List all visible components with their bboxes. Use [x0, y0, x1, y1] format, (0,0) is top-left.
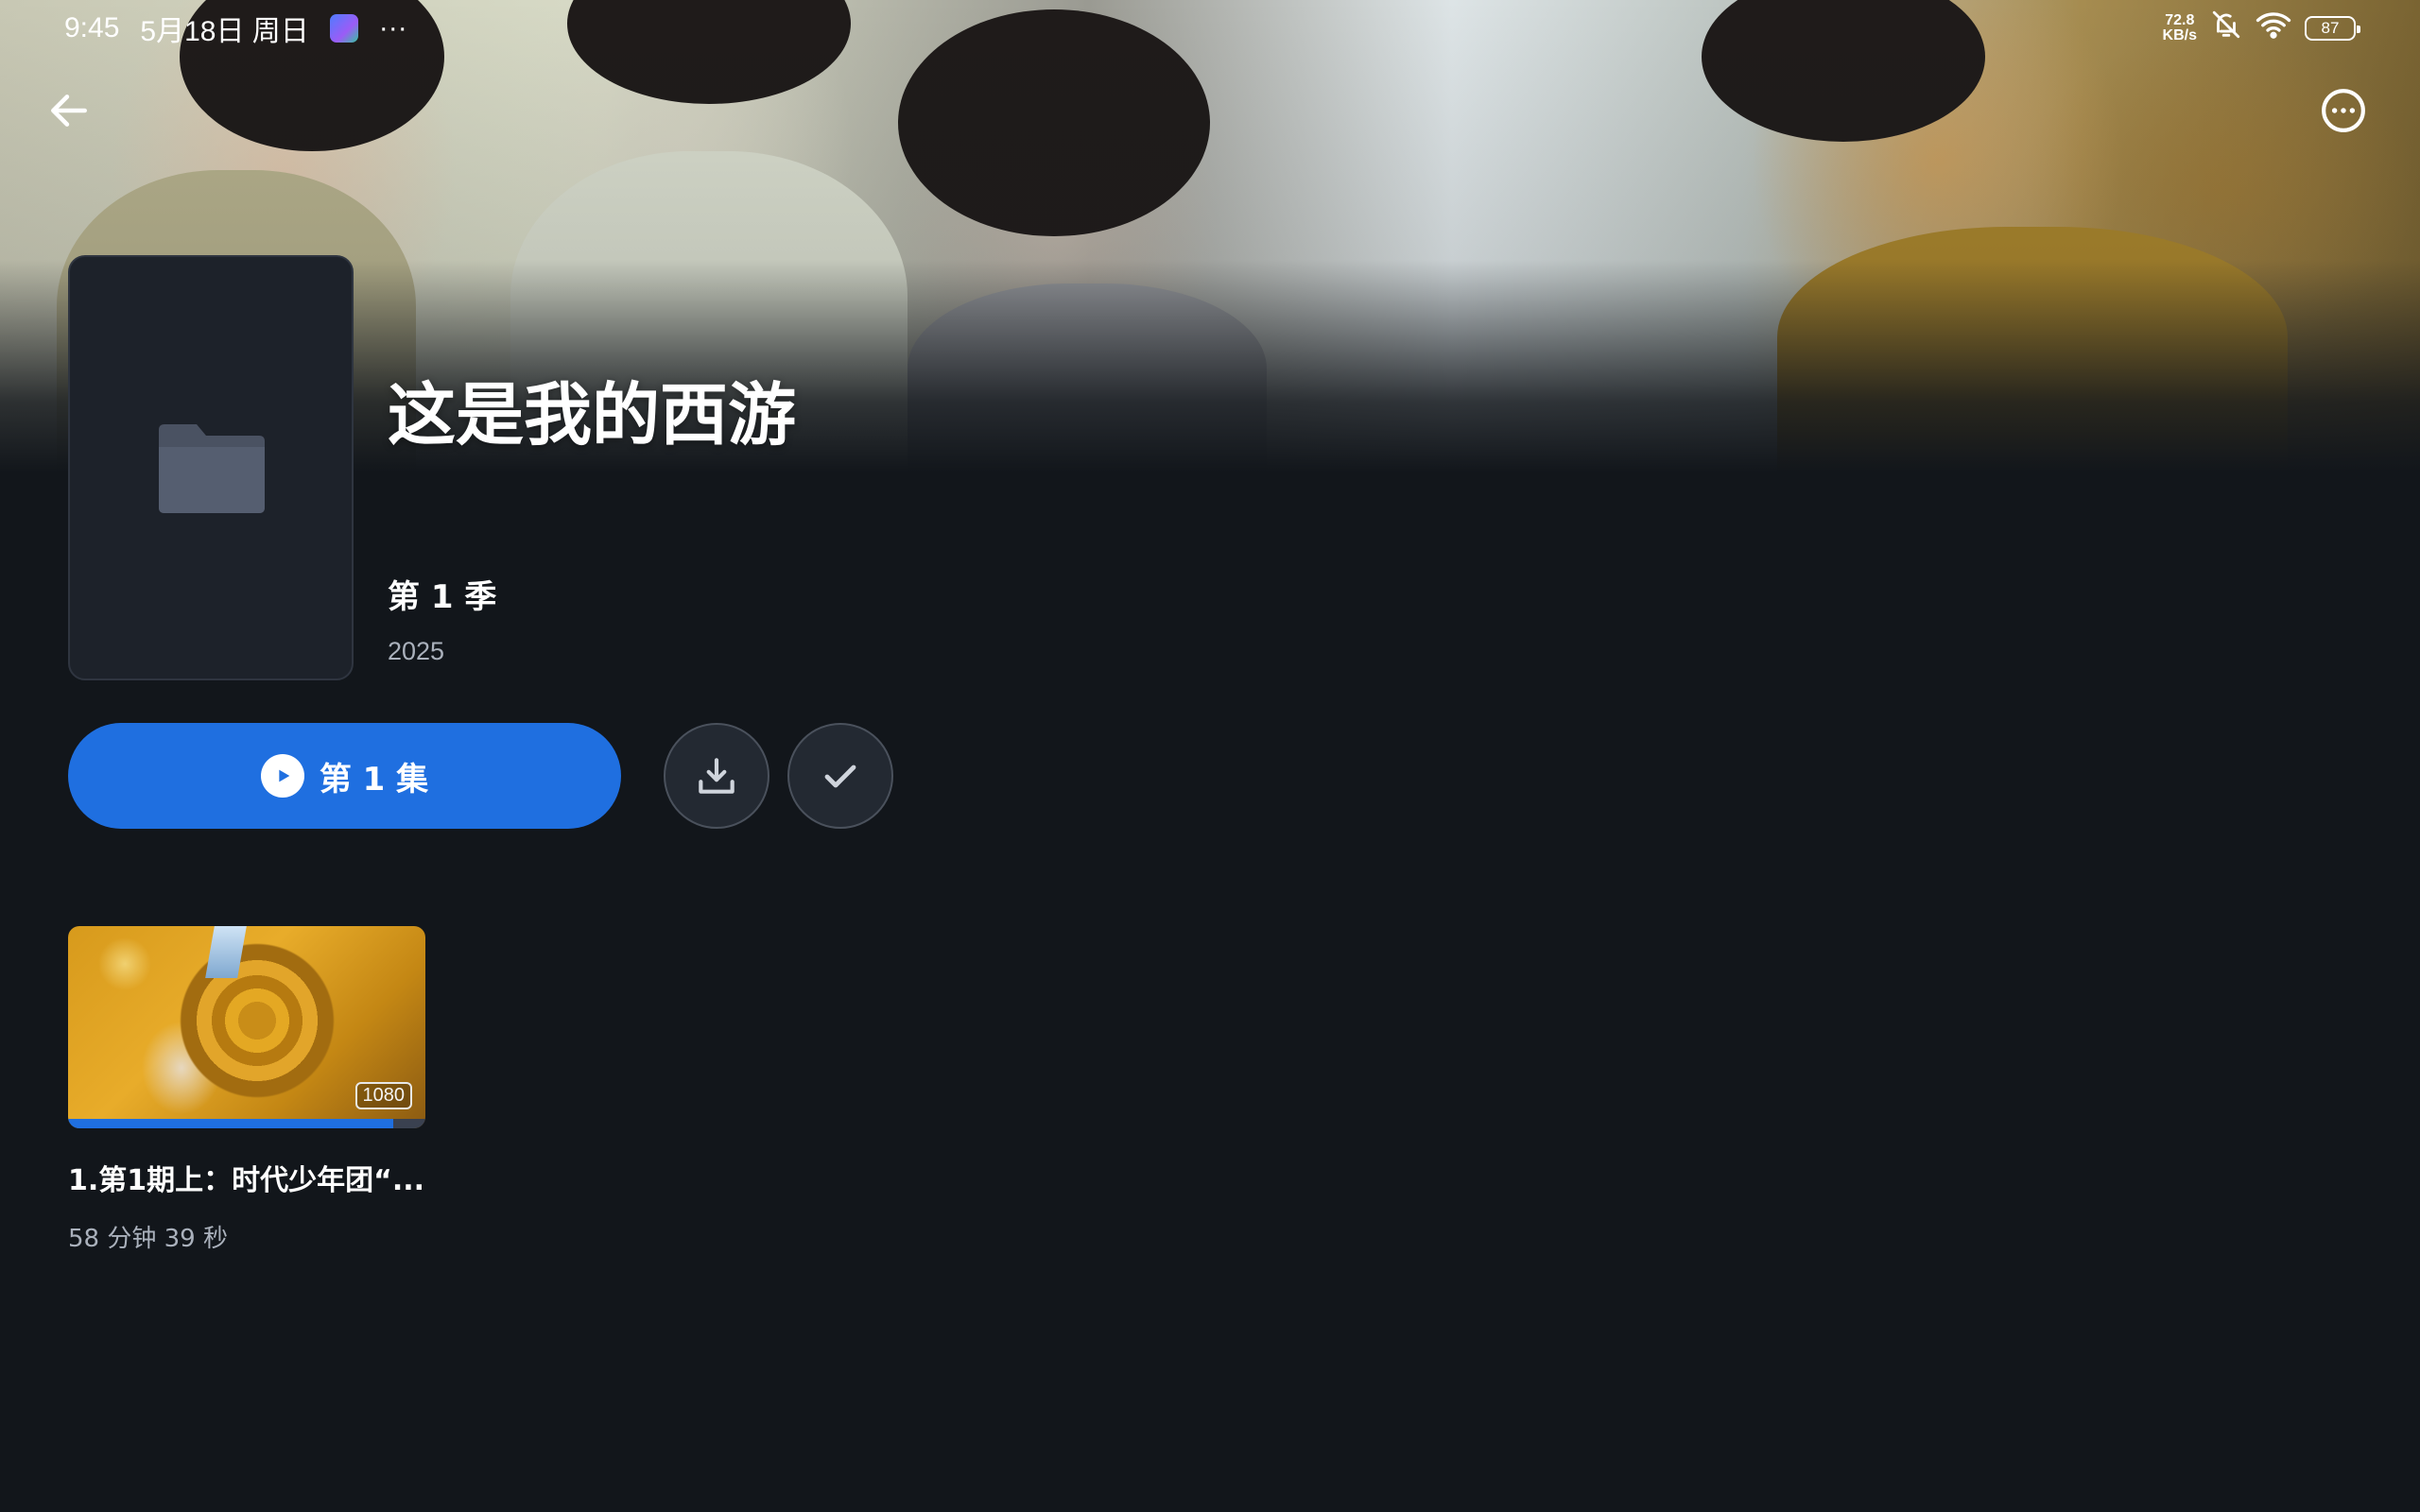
episode-duration: 58 分钟 39 秒: [68, 1225, 228, 1253]
network-speed-unit: KB/s: [2162, 27, 2197, 43]
release-year: 2025: [388, 637, 445, 665]
mark-watched-button[interactable]: [787, 723, 893, 829]
check-icon: [824, 765, 856, 788]
status-left: 9:45 5月18日 周日 ···: [64, 8, 407, 49]
play-episode-button[interactable]: 第 1 集: [68, 723, 621, 829]
watch-progress-track: [68, 1119, 425, 1128]
show-title: 这是我的西游: [388, 375, 797, 455]
more-horizontal-icon: [2322, 89, 2365, 132]
network-speed-value: 72.8: [2165, 12, 2195, 28]
battery-indicator: 87: [2305, 16, 2360, 41]
play-button-label: 第 1 集: [319, 760, 429, 799]
network-speed: 72.8 KB/s: [2163, 13, 2197, 43]
episode-card[interactable]: 1080 1.第1期上：时代少年团“... 58 分钟 39 秒: [68, 926, 425, 1254]
poster-placeholder: [68, 255, 354, 680]
folder-icon: [159, 424, 265, 513]
bell-off-icon: [2210, 9, 2242, 48]
episode-thumbnail[interactable]: 1080: [68, 926, 425, 1128]
status-date: 5月18日 周日: [140, 16, 309, 47]
battery-level: 87: [2321, 19, 2340, 37]
quality-badge: 1080: [354, 1082, 412, 1109]
status-more-icon: ···: [378, 12, 407, 43]
thumbnail-art: [205, 926, 247, 978]
status-bar: 9:45 5月18日 周日 ··· 72.8 KB/s 87: [0, 0, 2420, 57]
download-icon: [699, 758, 735, 794]
back-button[interactable]: [45, 87, 93, 134]
more-options-button[interactable]: [2320, 87, 2367, 134]
status-time: 9:45: [64, 12, 120, 43]
episode-title[interactable]: 1.第1期上：时代少年团“...: [68, 1157, 446, 1198]
hero-fade-overlay: [0, 0, 2420, 472]
play-icon: [260, 754, 304, 798]
season-label: 第 1 季: [388, 578, 497, 616]
arrow-left-icon: [51, 94, 87, 127]
watch-progress-fill: [68, 1119, 393, 1128]
download-button[interactable]: [664, 723, 769, 829]
status-right: 72.8 KB/s 87: [2163, 9, 2360, 48]
app-notification-icon: [329, 14, 358, 43]
wifi-icon: [2256, 10, 2291, 46]
